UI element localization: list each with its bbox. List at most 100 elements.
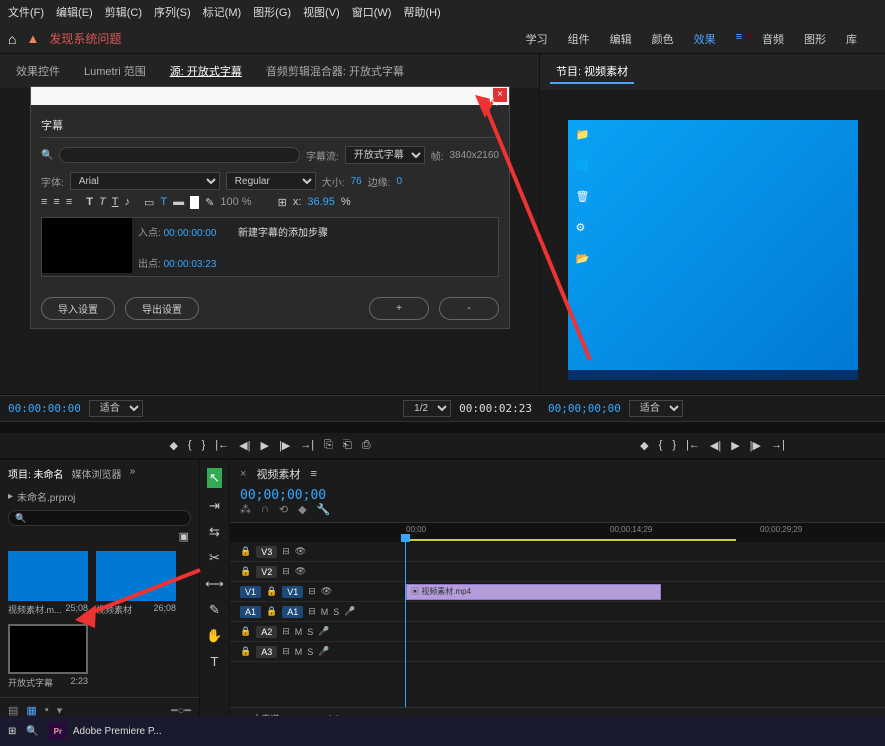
toggle-output-icon[interactable]: ⊟ bbox=[308, 586, 316, 597]
tab-audio-mixer[interactable]: 音频剪辑混合器: 开放式字幕 bbox=[260, 60, 410, 82]
tab-effects[interactable]: 效果 bbox=[694, 31, 716, 47]
tab-color[interactable]: 颜色 bbox=[652, 31, 674, 47]
start-icon[interactable]: ⊞ bbox=[8, 726, 16, 737]
bin-item[interactable]: 视频素材.m...25;08 bbox=[8, 551, 88, 616]
in-icon[interactable]: { bbox=[188, 439, 192, 452]
source-tc-left[interactable]: 00:00:00:00 bbox=[8, 402, 81, 415]
close-icon[interactable]: × bbox=[493, 88, 507, 102]
size-value[interactable]: 76 bbox=[351, 176, 362, 187]
tab-effect-controls[interactable]: 效果控件 bbox=[10, 60, 66, 82]
swatch-icon[interactable] bbox=[190, 196, 199, 209]
bin-item[interactable]: 开放式字幕2:23 bbox=[8, 624, 88, 689]
track-a1[interactable]: A1 bbox=[282, 606, 303, 618]
xy-value[interactable]: 36.95 bbox=[307, 196, 335, 209]
toggle-output-icon[interactable]: ⊟ bbox=[282, 546, 290, 557]
toggle-output-icon[interactable]: ⊟ bbox=[282, 566, 290, 577]
out-icon[interactable]: } bbox=[202, 439, 206, 452]
out-icon[interactable]: } bbox=[672, 439, 676, 452]
slip-tool-icon[interactable]: ⟷ bbox=[205, 576, 224, 592]
search-icon[interactable]: 🔍 bbox=[26, 726, 38, 737]
in-icon[interactable]: { bbox=[659, 439, 663, 452]
track-a2[interactable]: A2 bbox=[256, 626, 277, 638]
eye-icon[interactable]: 👁 bbox=[295, 546, 306, 557]
align-center-icon[interactable]: ≡ bbox=[53, 196, 59, 209]
italic-icon[interactable]: T bbox=[99, 196, 106, 209]
track-select-tool-icon[interactable]: ⇥ bbox=[209, 498, 220, 514]
ripple-tool-icon[interactable]: ⇆ bbox=[209, 524, 220, 540]
step-back-icon[interactable]: ◀| bbox=[239, 439, 250, 452]
goto-out-icon[interactable]: →| bbox=[771, 439, 785, 452]
menu-edit[interactable]: 编辑(E) bbox=[56, 4, 93, 20]
pen-tool-icon[interactable]: ✎ bbox=[209, 602, 220, 618]
caption-text[interactable]: 新建字幕的添加步骤 bbox=[232, 218, 498, 276]
selection-tool-icon[interactable]: ↖ bbox=[207, 468, 222, 488]
eye-icon[interactable]: 👁 bbox=[295, 566, 306, 577]
goto-in-icon[interactable]: |← bbox=[686, 439, 700, 452]
in-tc[interactable]: 00:00:00:00 bbox=[164, 228, 217, 239]
tab-learn[interactable]: 学习 bbox=[526, 31, 548, 47]
program-monitor[interactable]: 📁 🌐 🗑 ⚙ 📂 bbox=[568, 120, 858, 380]
eye-icon[interactable]: 👁 bbox=[321, 586, 332, 597]
bg-icon[interactable]: ▭ bbox=[144, 196, 154, 209]
program-tc-left[interactable]: 00;00;00;00 bbox=[548, 402, 621, 415]
overflow-icon[interactable]: » bbox=[130, 466, 136, 481]
font-select[interactable]: Arial bbox=[70, 172, 220, 190]
lock-icon[interactable]: 🔒 bbox=[266, 586, 277, 597]
hand-tool-icon[interactable]: ✋ bbox=[206, 628, 222, 644]
taskbar-app[interactable]: Pr Adobe Premiere P... bbox=[49, 722, 162, 740]
export-settings-button[interactable]: 导出设置 bbox=[125, 297, 199, 320]
menu-window[interactable]: 窗口(W) bbox=[352, 4, 392, 20]
marker-icon[interactable]: ◆ bbox=[640, 439, 648, 452]
tab-library[interactable]: 库 bbox=[846, 31, 857, 47]
solo-icon[interactable]: S bbox=[307, 647, 313, 657]
insert-icon[interactable]: ⎘ bbox=[324, 439, 333, 452]
solo-icon[interactable]: S bbox=[307, 627, 313, 637]
tab-project-bin[interactable]: 项目: 未命名 bbox=[8, 466, 64, 481]
source-ruler[interactable] bbox=[0, 421, 540, 433]
voiceover-icon[interactable]: 🎤 bbox=[344, 606, 355, 617]
step-back-icon[interactable]: ◀| bbox=[710, 439, 721, 452]
overwrite-icon[interactable]: ⎗ bbox=[343, 439, 352, 452]
caption-search-input[interactable] bbox=[59, 147, 299, 163]
program-ruler[interactable] bbox=[540, 421, 885, 433]
work-area-bar[interactable] bbox=[406, 539, 736, 541]
menu-clip[interactable]: 剪辑(C) bbox=[105, 4, 142, 20]
mute-icon[interactable]: M bbox=[295, 647, 303, 657]
lock-icon[interactable]: 🔒 bbox=[240, 566, 251, 577]
snap-icon[interactable]: ⁂ bbox=[240, 503, 251, 516]
magnet-icon[interactable]: ∩ bbox=[261, 503, 269, 516]
align-right-icon[interactable]: ≡ bbox=[66, 196, 72, 209]
tab-media-browser[interactable]: 媒体浏览器 bbox=[72, 466, 122, 481]
panel-menu-icon[interactable]: ≡ bbox=[310, 468, 316, 480]
tab-lumetri[interactable]: Lumetri 范围 bbox=[78, 60, 152, 82]
solo-icon[interactable]: S bbox=[333, 607, 339, 617]
toggle-output-icon[interactable]: ⊟ bbox=[308, 606, 316, 617]
menu-help[interactable]: 帮助(H) bbox=[403, 4, 440, 20]
wrench-icon[interactable]: 🔧 bbox=[317, 503, 331, 516]
program-fit-select[interactable]: 适合 bbox=[629, 400, 683, 417]
menu-marker[interactable]: 标记(M) bbox=[203, 4, 242, 20]
timeline-name[interactable]: 视频素材 bbox=[256, 466, 300, 482]
bin-item[interactable]: 视频素材26;08 bbox=[96, 551, 176, 616]
tab-source-caption[interactable]: 源: 开放式字幕 bbox=[164, 60, 248, 82]
home-icon[interactable]: ⌂ bbox=[8, 31, 16, 47]
tab-assembly[interactable]: 组件 bbox=[568, 31, 590, 47]
eyedropper-icon[interactable]: ✎ bbox=[205, 196, 214, 209]
goto-out-icon[interactable]: →| bbox=[300, 439, 314, 452]
mute-icon[interactable]: M bbox=[321, 607, 329, 617]
tab-program[interactable]: 节目: 视频素材 bbox=[550, 60, 634, 84]
tab-editing[interactable]: 编辑 bbox=[610, 31, 632, 47]
import-settings-button[interactable]: 导入设置 bbox=[41, 297, 115, 320]
voiceover-icon[interactable]: 🎤 bbox=[318, 646, 329, 657]
opacity-value[interactable]: 100 % bbox=[220, 196, 251, 209]
source-v1[interactable]: V1 bbox=[240, 586, 261, 598]
edge-value[interactable]: 0 bbox=[396, 176, 402, 187]
goto-in-icon[interactable]: |← bbox=[215, 439, 229, 452]
lock-icon[interactable]: 🔒 bbox=[240, 646, 251, 657]
underline-icon[interactable]: T bbox=[112, 196, 119, 209]
track-v2[interactable]: V2 bbox=[256, 566, 277, 578]
play-icon[interactable]: ▶ bbox=[260, 439, 268, 452]
track-v3[interactable]: V3 bbox=[256, 546, 277, 558]
play-icon[interactable]: ▶ bbox=[731, 439, 739, 452]
menu-view[interactable]: 视图(V) bbox=[303, 4, 340, 20]
